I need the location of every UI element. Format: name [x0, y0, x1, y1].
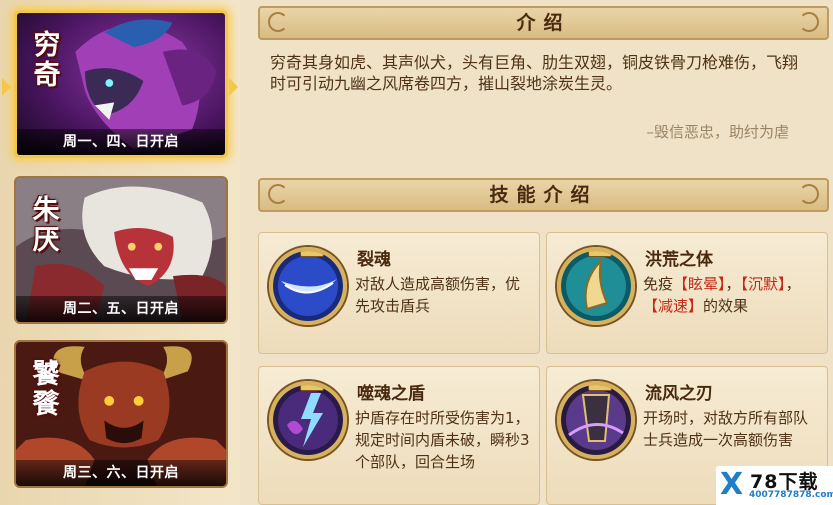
intro-header: 介绍 [258, 6, 829, 40]
icon-cap [300, 251, 324, 257]
skill-desc-highlight: 【沉默】 [740, 275, 786, 293]
skill-description: 对敌人造成高额伤害，优先攻击盾兵 [355, 273, 531, 317]
crescent-slash-icon [269, 247, 347, 325]
lightning-shield-icon [269, 381, 347, 459]
hero-card-qiongqi[interactable]: 穷 奇 周一、四、日开启 [14, 10, 228, 158]
horn-icon [557, 247, 635, 325]
ornament-swirl-icon [268, 12, 288, 32]
hero-list: 穷 奇 周一、四、日开启 朱 厌 周二、五、日开启 饕 餮 周三、六、日开启 [0, 0, 240, 505]
ornament-swirl-icon [268, 184, 288, 204]
skill-desc-text: 对敌人造成高额伤害，优先攻击盾兵 [355, 275, 521, 315]
skill-name: 噬魂之盾 [357, 384, 425, 404]
hero-card-zhuyan[interactable]: 朱 厌 周二、五、日开启 [14, 176, 228, 324]
hero-schedule: 周一、四、日开启 [17, 129, 225, 155]
ornament-swirl-icon [799, 12, 819, 32]
skill-name: 裂魂 [357, 250, 391, 270]
hero-name: 朱 厌 [32, 195, 60, 256]
icon-cap [588, 251, 612, 257]
skill-card-honghuang[interactable]: 洪荒之体 免疫【眩晕】，【沉默】，【减速】的效果 [546, 232, 828, 354]
skill-card-liehun[interactable]: 裂魂 对敌人造成高额伤害，优先攻击盾兵 [258, 232, 540, 354]
intro-title: 介绍 [516, 12, 571, 34]
skill-desc-text: ， [725, 275, 741, 293]
site-watermark: X 78下载 4007787878.com [716, 466, 833, 505]
skill-name: 洪荒之体 [645, 250, 713, 270]
skill-desc-text: 开场时，对敌方所有部队士兵造成一次高额伤害 [643, 409, 809, 449]
skill-desc-text: 的效果 [703, 297, 749, 315]
skill-description: 免疫【眩晕】，【沉默】，【减速】的效果 [643, 273, 819, 317]
skill-desc-highlight: 【眩晕】 [673, 275, 726, 293]
skill-description: 护盾存在时所受伤害为1，规定时间内盾未破，瞬秒3个部队，回合生场 [355, 407, 531, 499]
hero-name: 穷 奇 [33, 30, 61, 91]
hero-schedule: 周三、六、日开启 [16, 460, 226, 486]
skill-desc-text: ， [785, 275, 801, 293]
hero-name: 饕 餮 [32, 359, 60, 420]
hero-schedule: 周二、五、日开启 [16, 296, 226, 322]
skill-desc-highlight: 【减速】 [643, 297, 704, 315]
skills-title: 技能介绍 [489, 184, 598, 206]
intro-quote: –毁信恶忠，助纣为虐 [646, 123, 789, 141]
selected-arrow-right-icon [229, 78, 238, 96]
wind-blade-icon [557, 381, 635, 459]
selected-arrow-left-icon [2, 78, 11, 96]
intro-description: 穷奇其身如虎、其声似犬，头有巨角、肋生双翅，铜皮铁骨刀枪难伤，飞翔时可引动九幽之… [270, 53, 799, 93]
skill-name: 流风之刃 [645, 384, 713, 404]
skill-desc-text: 免疫 [643, 275, 674, 293]
skill-card-shihun[interactable]: 噬魂之盾 护盾存在时所受伤害为1，规定时间内盾未破，瞬秒3个部队，回合生场 [258, 366, 540, 505]
skills-header: 技能介绍 [258, 178, 829, 212]
hero-card-taotie[interactable]: 饕 餮 周三、六、日开启 [14, 340, 228, 488]
skill-desc-text: 护盾存在时所受伤害为1，规定时间内盾未破，瞬秒3个部队，回合生场 [355, 409, 530, 471]
ornament-swirl-icon [799, 184, 819, 204]
watermark-logo-icon: X [720, 467, 744, 502]
icon-cap [300, 385, 324, 391]
icon-cap [588, 385, 612, 391]
watermark-url: 4007787878.com [749, 490, 833, 500]
